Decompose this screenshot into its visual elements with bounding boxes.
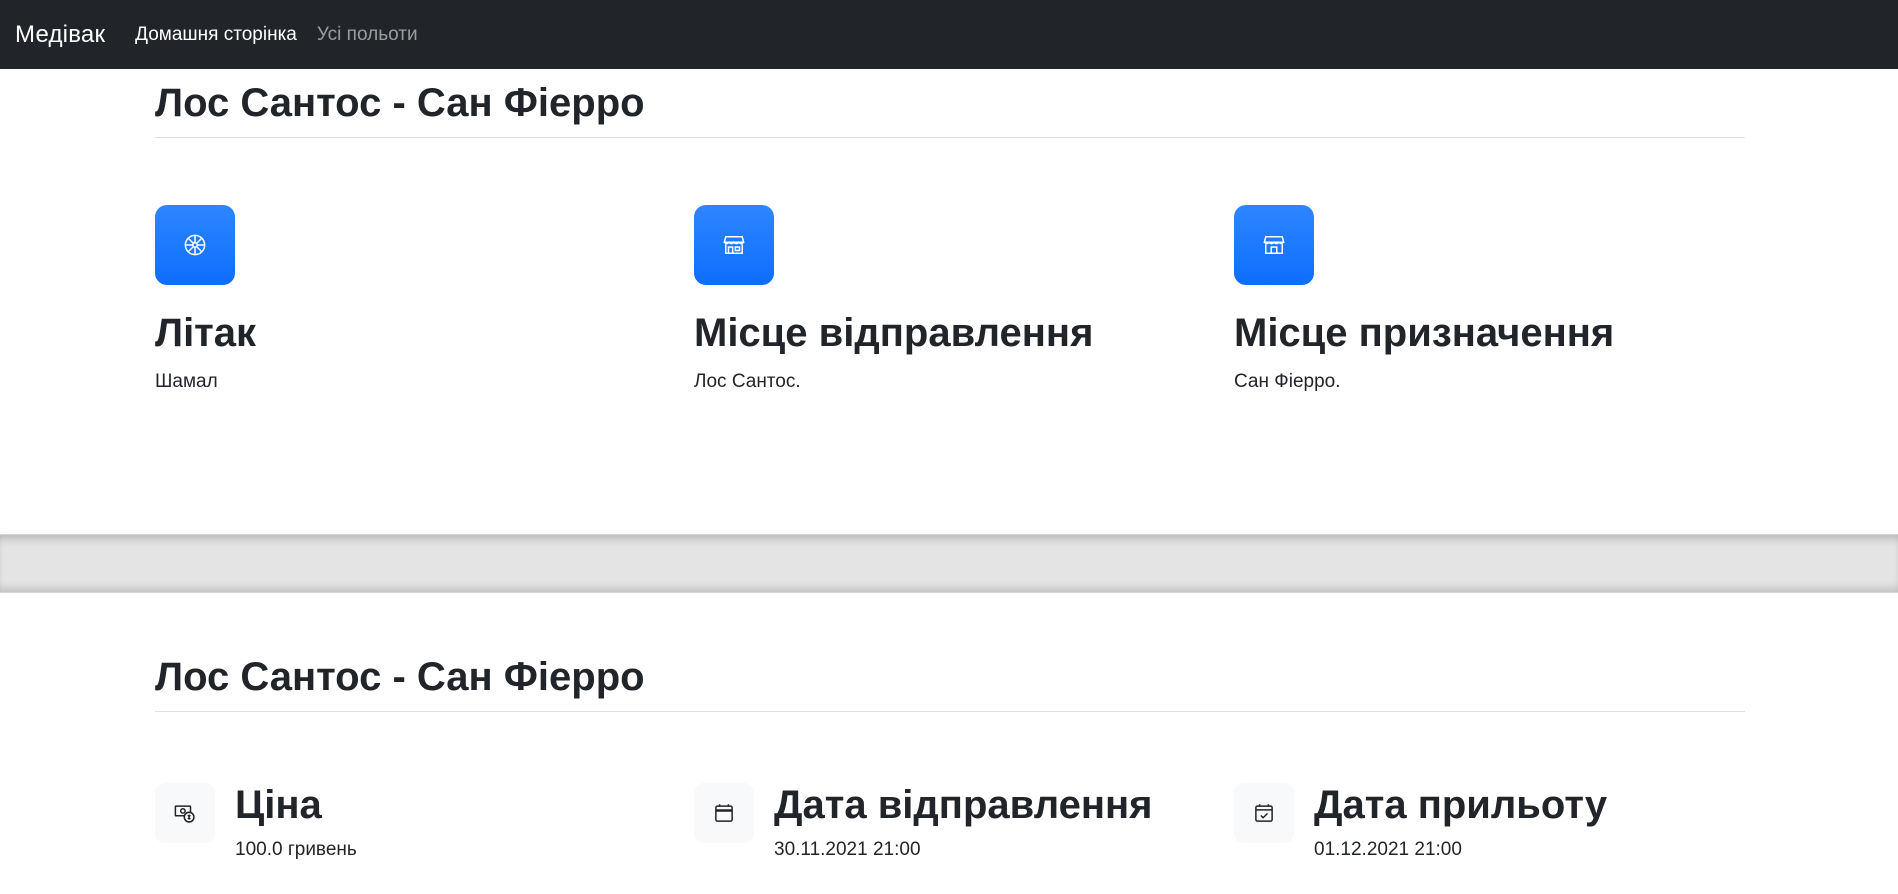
info-text: 30.11.2021 21:00 bbox=[774, 839, 921, 860]
info-price: Ціна 100.0 гривень bbox=[155, 783, 635, 861]
flight-overview-section: Лос Сантос - Сан Фіерро Літак Шамал Місц… bbox=[0, 69, 1898, 534]
route-heading: Лос Сантос - Сан Фіерро bbox=[155, 79, 1745, 138]
aircraft-wheel-icon bbox=[155, 205, 235, 285]
calendar-check-icon bbox=[1234, 783, 1294, 843]
info-title: Ціна bbox=[235, 783, 322, 827]
feature-text: Лос Сантос. bbox=[694, 371, 801, 392]
info-text: 01.12.2021 21:00 bbox=[1314, 839, 1462, 860]
feature-destination-place: Місце призначення Сан Фіерро. bbox=[1234, 205, 1714, 393]
nav-link-all-flights[interactable]: Усі польоти bbox=[317, 24, 418, 46]
nav-link-home[interactable]: Домашня сторінка bbox=[135, 24, 297, 46]
info-departure-date: Дата відправлення 30.11.2021 21:00 bbox=[694, 783, 1174, 861]
info-text: 100.0 гривень bbox=[235, 839, 357, 860]
top-navbar: Медівак Домашня сторінка Усі польоти bbox=[0, 0, 1898, 69]
section-divider-band bbox=[0, 534, 1898, 593]
route-heading: Лос Сантос - Сан Фіерро bbox=[155, 653, 1745, 712]
feature-text: Шамал bbox=[155, 371, 218, 392]
feature-title: Місце відправлення bbox=[694, 311, 1094, 355]
info-title: Дата відправлення bbox=[774, 783, 1153, 827]
feature-title: Місце призначення bbox=[1234, 311, 1615, 355]
shop-icon bbox=[694, 205, 774, 285]
feature-aircraft: Літак Шамал bbox=[155, 205, 635, 393]
feature-text: Сан Фіерро. bbox=[1234, 371, 1341, 392]
shop-icon bbox=[1234, 205, 1314, 285]
flight-details-section: Лос Сантос - Сан Фіерро Ціна 100.0 гриве… bbox=[0, 593, 1898, 894]
calendar-icon bbox=[694, 783, 754, 843]
info-title: Дата прильоту bbox=[1314, 783, 1608, 827]
feature-departure-place: Місце відправлення Лос Сантос. bbox=[694, 205, 1174, 393]
cash-coin-icon bbox=[155, 783, 215, 843]
info-arrival-date: Дата прильоту 01.12.2021 21:00 bbox=[1234, 783, 1714, 861]
feature-title: Літак bbox=[155, 311, 257, 355]
brand-link[interactable]: Медівак bbox=[15, 21, 105, 49]
